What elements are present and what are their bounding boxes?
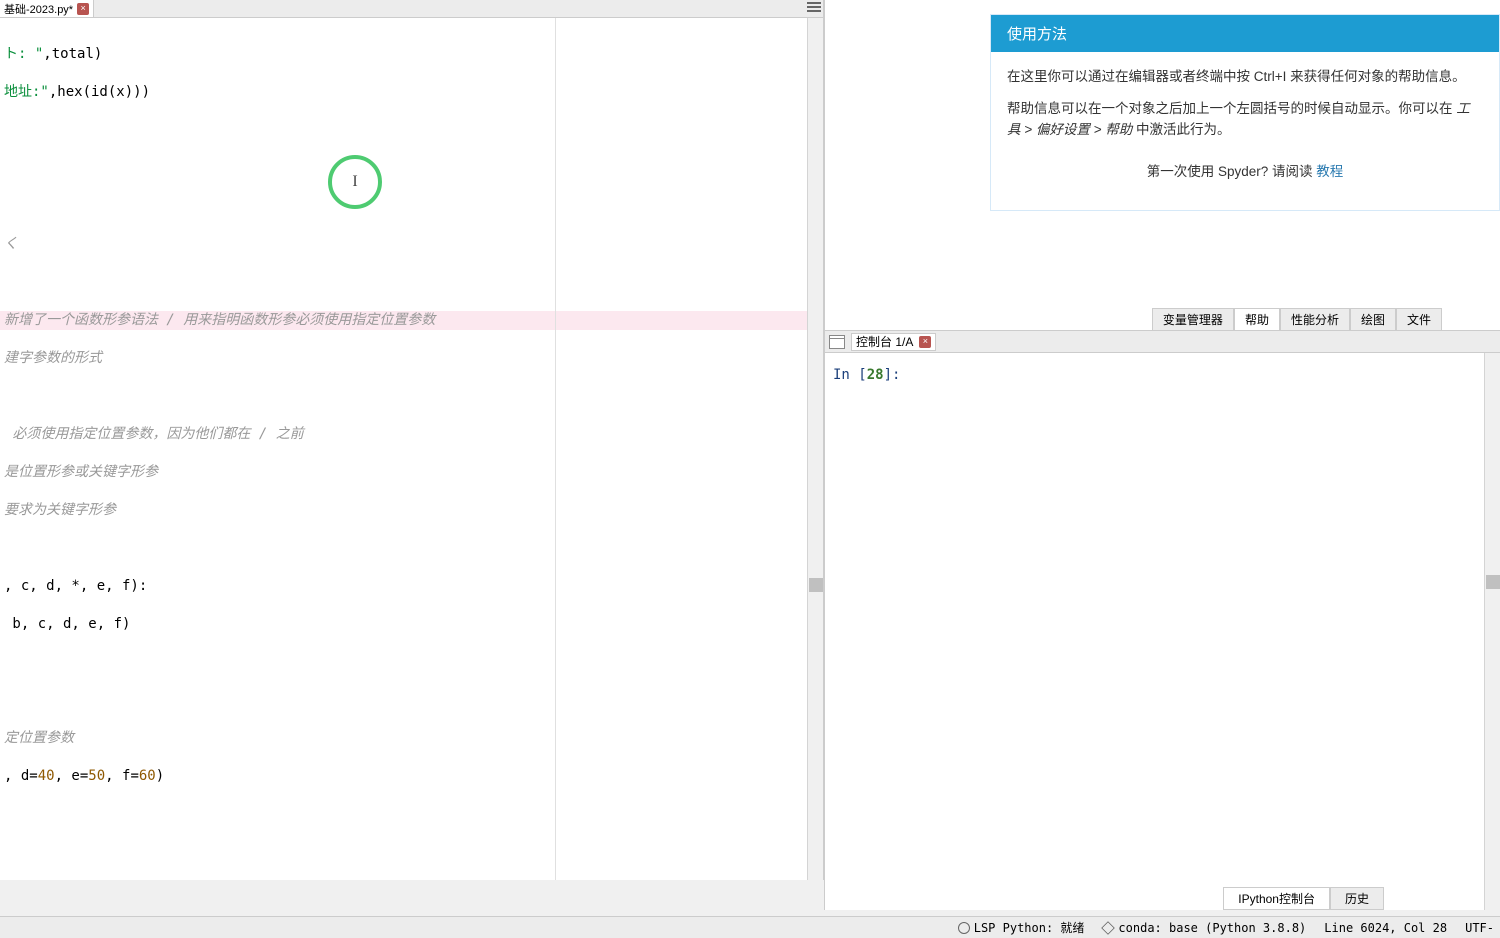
help-text: 帮助信息可以在一个对象之后加上一个左圆括号的时候自动显示。你可以在 工具 > 偏… — [1007, 98, 1483, 141]
tab-help[interactable]: 帮助 — [1234, 308, 1280, 330]
editor-tab-bar: 基础-2023.py* × — [0, 0, 823, 18]
help-title: 使用方法 — [991, 15, 1499, 52]
code-text: 定位置参数 — [4, 730, 74, 746]
gear-icon — [958, 922, 970, 934]
console-tab[interactable]: 控制台 1/A × — [851, 333, 936, 351]
editor-tab[interactable]: 基础-2023.py* × — [0, 0, 94, 17]
editor-panel: 基础-2023.py* × ト: ",total) 地址:",hex(id(x)… — [0, 0, 824, 880]
cube-icon — [1102, 921, 1116, 935]
hamburger-icon[interactable] — [807, 2, 821, 14]
code-text: 是位置形参或关键字形参 — [4, 464, 158, 480]
column-guide — [555, 18, 556, 880]
tab-plots[interactable]: 绘图 — [1350, 308, 1396, 330]
code-text: 要求为关键字形参 — [4, 502, 116, 518]
code-text: , d= — [4, 768, 38, 784]
console-body[interactable]: In [28]: — [825, 353, 1500, 397]
code-text: 建字参数的形式 — [4, 350, 102, 366]
scrollbar-thumb[interactable] — [809, 578, 823, 592]
code-text: , c, d, *, e, f): — [4, 578, 147, 594]
code-area[interactable]: ト: ",total) 地址:",hex(id(x))) く 新增了一个函数形参… — [0, 18, 823, 880]
tab-variable-explorer[interactable]: 变量管理器 — [1152, 308, 1234, 330]
status-text: conda: base (Python 3.8.8) — [1118, 921, 1306, 935]
status-text: Line 6024, Col 28 — [1324, 921, 1447, 935]
help-panel: 使用方法 在这里你可以通过在编辑器或者终端中按 Ctrl+I 来获得任何对象的帮… — [824, 0, 1500, 330]
code-text: ,total) — [43, 46, 102, 62]
code-text: 60 — [139, 768, 156, 784]
code-text: ト: " — [4, 46, 43, 62]
status-text: LSP Python: 就绪 — [974, 919, 1085, 936]
editor-scrollbar[interactable] — [807, 18, 823, 880]
console-panel: 控制台 1/A × In [28]: — [824, 330, 1500, 910]
code-text: 新增了一个函数形参语法 / 用来指明函数形参必须使用指定位置参数 — [4, 312, 435, 328]
close-icon[interactable]: × — [77, 3, 89, 15]
tab-profiler[interactable]: 性能分析 — [1280, 308, 1350, 330]
close-icon[interactable]: × — [919, 336, 931, 348]
editor-tab-label: 基础-2023.py* — [4, 1, 73, 17]
code-text: , e= — [55, 768, 89, 784]
status-encoding[interactable]: UTF- — [1465, 921, 1494, 935]
help-footer: 第一次使用 Spyder? 请阅读 教程 — [1007, 151, 1483, 197]
code-text: , f= — [105, 768, 139, 784]
code-text: 50 — [88, 768, 105, 784]
console-tab-label: 控制台 1/A — [856, 333, 913, 350]
tab-ipython-console[interactable]: IPython控制台 — [1223, 887, 1330, 910]
code-text: ) — [156, 768, 164, 784]
console-tab-bar: 控制台 1/A × — [825, 331, 1500, 353]
help-text: 帮助信息可以在一个对象之后加上一个左圆括号的时候自动显示。你可以在 — [1007, 101, 1456, 116]
tutorial-link[interactable]: 教程 — [1316, 164, 1343, 179]
help-card: 使用方法 在这里你可以通过在编辑器或者终端中按 Ctrl+I 来获得任何对象的帮… — [990, 14, 1500, 211]
help-text: 第一次使用 Spyder? 请阅读 — [1147, 164, 1317, 179]
right-top-tabs: 变量管理器 帮助 性能分析 绘图 文件 — [1152, 308, 1442, 330]
tab-history[interactable]: 历史 — [1330, 887, 1384, 910]
code-text: 必须使用指定位置参数，因为他们都在 / 之前 — [4, 426, 304, 442]
code-text: b, c, d, e, f) — [4, 616, 130, 632]
console-scrollbar[interactable] — [1484, 353, 1500, 910]
status-cursor-position[interactable]: Line 6024, Col 28 — [1324, 921, 1447, 935]
browse-tabs-icon[interactable] — [829, 335, 845, 349]
help-text: 在这里你可以通过在编辑器或者终端中按 Ctrl+I 来获得任何对象的帮助信息。 — [1007, 66, 1483, 88]
console-prompt: ]: — [884, 367, 901, 383]
console-prompt-number: 28 — [867, 367, 884, 383]
status-lsp[interactable]: LSP Python: 就绪 — [958, 919, 1085, 936]
status-bar: LSP Python: 就绪 conda: base (Python 3.8.8… — [0, 916, 1500, 938]
console-prompt: In [ — [833, 367, 867, 383]
status-text: UTF- — [1465, 921, 1494, 935]
help-text: 中激活此行为。 — [1132, 122, 1230, 137]
code-text: く — [4, 236, 18, 252]
tab-files[interactable]: 文件 — [1396, 308, 1442, 330]
code-text: 40 — [38, 768, 55, 784]
editor-body[interactable]: ト: ",total) 地址:",hex(id(x))) く 新增了一个函数形参… — [0, 18, 823, 880]
code-text: 地址:" — [4, 84, 49, 100]
code-text: ,hex(id(x))) — [49, 84, 150, 100]
help-body: 在这里你可以通过在编辑器或者终端中按 Ctrl+I 来获得任何对象的帮助信息。 … — [991, 52, 1499, 210]
scrollbar-thumb[interactable] — [1486, 575, 1500, 589]
status-conda[interactable]: conda: base (Python 3.8.8) — [1102, 921, 1306, 935]
